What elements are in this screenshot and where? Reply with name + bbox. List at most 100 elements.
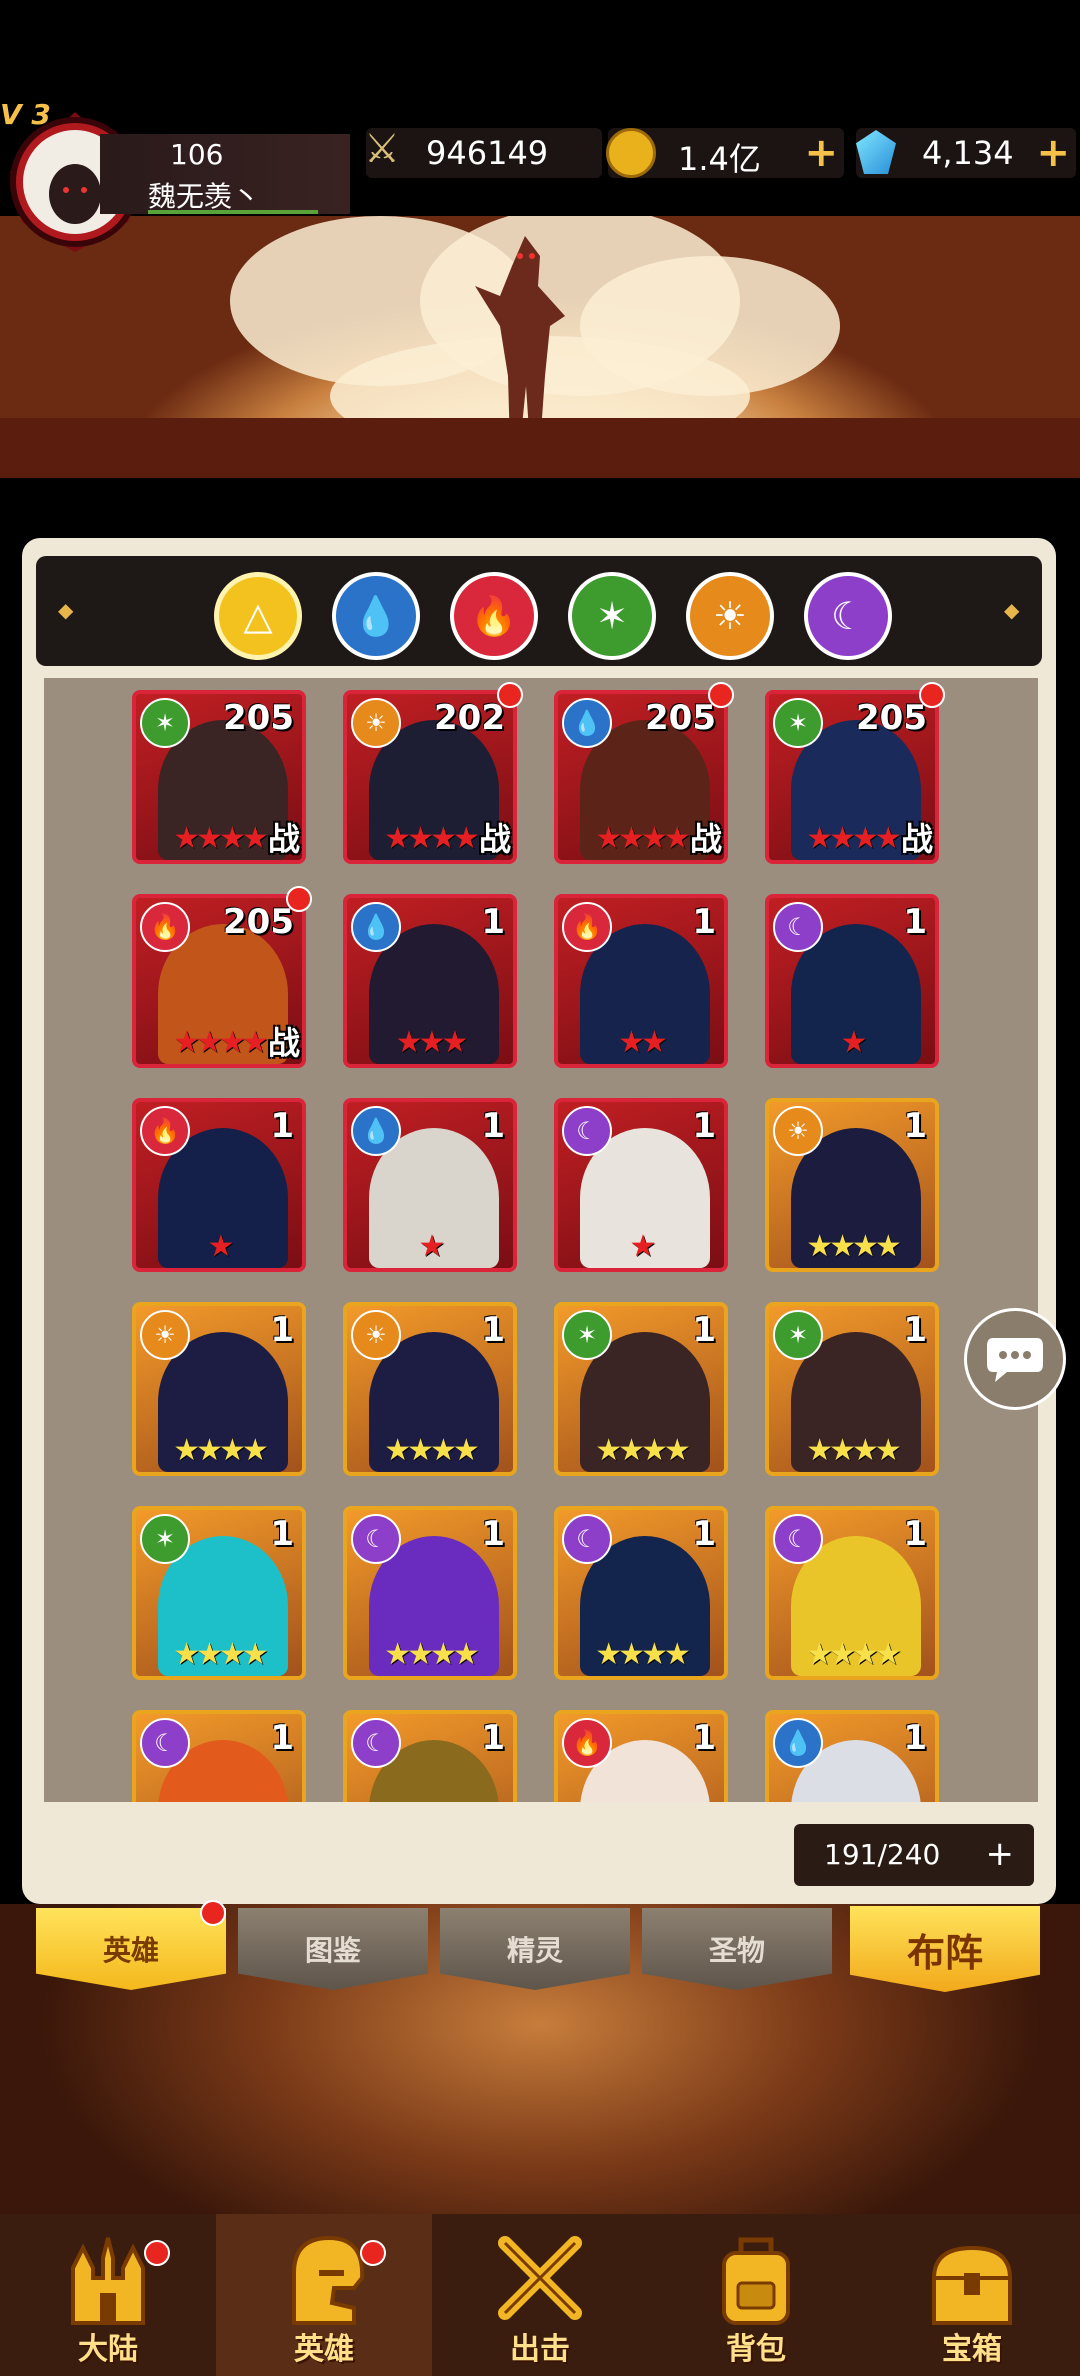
hero-level: 1 <box>270 1106 294 1146</box>
element-filter-moon[interactable]: ☾ <box>804 572 892 660</box>
hero-level: 1 <box>270 1310 294 1350</box>
wind-element-icon: ✶ <box>773 1310 823 1360</box>
tab-heroes-badge <box>200 1900 226 1926</box>
water-element-icon: 💧 <box>562 698 612 748</box>
hero-level: 1 <box>903 1718 927 1758</box>
element-filter-wind[interactable]: ✶ <box>568 572 656 660</box>
moon-element-icon: ☾ <box>351 1718 401 1768</box>
hero-card[interactable]: ✶ 205 ★★★★ 战 <box>765 690 939 864</box>
moon-element-icon: ☾ <box>140 1718 190 1768</box>
hero-card[interactable]: ☾ 1 ★ <box>554 1098 728 1272</box>
hero-card[interactable]: ☀ 202 ★★★★ 战 <box>343 690 517 864</box>
add-gold-button[interactable]: + <box>804 130 838 176</box>
element-filter-fire[interactable]: 🔥 <box>450 572 538 660</box>
combat-power: ⚔ 946149 <box>364 126 602 178</box>
fire-element-icon: 🔥 <box>140 1106 190 1156</box>
gold-coin-icon <box>606 128 656 178</box>
water-element-icon: 💧 <box>351 1106 401 1156</box>
hero-card[interactable]: ☀ 1 ★★★★ <box>765 1098 939 1272</box>
hero-card[interactable]: ☀ 1 ★★★★ <box>132 1302 306 1476</box>
hero-card[interactable]: 🔥 1 ★ <box>132 1098 306 1272</box>
hero-stars: ★★★★ <box>384 1637 480 1672</box>
hero-stars: ★★★★ <box>173 1637 269 1672</box>
hero-level: 205 <box>223 698 294 738</box>
hero-level: 1 <box>481 1106 505 1146</box>
hero-level: 1 <box>692 1310 716 1350</box>
hero-card[interactable]: 💧 1 ★ <box>343 1098 517 1272</box>
hero-card[interactable]: 🔥 1 <box>554 1710 728 1802</box>
hero-level: 1 <box>903 1514 927 1554</box>
moon-element-icon: ☾ <box>773 902 823 952</box>
nav-helmet[interactable]: 英雄 <box>216 2214 432 2376</box>
hero-card[interactable]: 💧 205 ★★★★ 战 <box>554 690 728 864</box>
nav-label: 大陆 <box>78 2332 138 2367</box>
hero-card[interactable]: ✶ 205 ★★★★ 战 <box>132 690 306 864</box>
tab-heroes[interactable]: 英雄 <box>36 1908 226 1990</box>
wind-element-icon: ✶ <box>140 698 190 748</box>
hero-level: 1 <box>270 1718 294 1758</box>
hero-card[interactable]: ☀ 1 ★★★★ <box>343 1302 517 1476</box>
hero-card[interactable]: 🔥 205 ★★★★ 战 <box>132 894 306 1068</box>
hero-card[interactable]: 💧 1 <box>765 1710 939 1802</box>
hero-card[interactable]: ☾ 1 <box>132 1710 306 1802</box>
nav-label: 背包 <box>726 2332 786 2367</box>
hero-capacity[interactable]: 191/240 + <box>794 1824 1034 1886</box>
xp-bar <box>148 210 318 214</box>
chat-button[interactable] <box>964 1308 1066 1410</box>
hero-card[interactable]: ☾ 1 ★ <box>765 894 939 1068</box>
nav-crossed-swords[interactable]: 出击 <box>432 2214 648 2376</box>
nav-castle[interactable]: 大陆 <box>0 2214 216 2376</box>
add-gems-button[interactable]: + <box>1036 130 1070 176</box>
nav-label: 出击 <box>510 2332 570 2367</box>
hero-card[interactable]: ✶ 1 ★★★★ <box>765 1302 939 1476</box>
hero-stars: ★★★★ <box>595 1637 691 1672</box>
hero-level: 1 <box>692 902 716 942</box>
hero-stars: ★ <box>840 1025 868 1060</box>
villain-silhouette <box>475 236 565 446</box>
in-battle-badge: 战 <box>478 820 511 858</box>
hero-level: 205 <box>223 902 294 942</box>
sun-element-icon: ☀ <box>351 698 401 748</box>
hero-card[interactable]: ✶ 1 ★★★★ <box>554 1302 728 1476</box>
sun-element-icon: ☀ <box>773 1106 823 1156</box>
hero-card[interactable]: ✶ 1 ★★★★ <box>132 1506 306 1680</box>
water-element-icon: 💧 <box>773 1718 823 1768</box>
hero-stars: ★★★★ <box>806 1433 902 1468</box>
hero-card[interactable]: ☾ 1 ★★★★ <box>343 1506 517 1680</box>
element-filter-all[interactable]: △ <box>214 572 302 660</box>
gem-value: 4,134 <box>922 134 1014 172</box>
hero-card[interactable]: ☾ 1 <box>343 1710 517 1802</box>
hero-stars: ★★★ <box>395 1025 469 1060</box>
hero-card[interactable]: 🔥 1 ★★ <box>554 894 728 1068</box>
hero-card[interactable]: 💧 1 ★★★ <box>343 894 517 1068</box>
nav-backpack[interactable]: 背包 <box>648 2214 864 2376</box>
left-arrow-icon[interactable]: ◆ <box>58 598 73 622</box>
moon-element-icon: ☾ <box>562 1106 612 1156</box>
hero-upgrade-badge <box>919 682 945 708</box>
moon-element-icon: ☾ <box>562 1514 612 1564</box>
banner-scene <box>0 216 1080 478</box>
nav-treasure-chest[interactable]: 宝箱 <box>864 2214 1080 2376</box>
crossed-swords-icon: ⚔ <box>364 126 400 172</box>
tab-relic[interactable]: 圣物 <box>642 1908 832 1990</box>
hero-stars: ★★★★ <box>595 1433 691 1468</box>
tab-codex[interactable]: 图鉴 <box>238 1908 428 1990</box>
element-filter-sun[interactable]: ☀ <box>686 572 774 660</box>
backpack-icon <box>722 2237 790 2325</box>
wind-element-icon: ✶ <box>596 594 628 638</box>
nav-label: 宝箱 <box>942 2332 1002 2367</box>
element-filter-water[interactable]: 💧 <box>332 572 420 660</box>
hero-stars: ★★★★ <box>384 1433 480 1468</box>
player-name: 魏无羡丶 <box>148 180 261 213</box>
right-arrow-icon[interactable]: ◆ <box>1004 598 1019 622</box>
hero-card[interactable]: ☾ 1 ★★★★ <box>554 1506 728 1680</box>
formation-button[interactable]: 布阵 <box>850 1906 1040 1992</box>
hero-card[interactable]: ☾ 1 ★★★★ <box>765 1506 939 1680</box>
nav-badge <box>144 2240 170 2266</box>
tab-spirit[interactable]: 精灵 <box>440 1908 630 1990</box>
moon-element-icon: ☾ <box>773 1514 823 1564</box>
moon-element-icon: ☾ <box>830 594 866 638</box>
expand-capacity-button[interactable]: + <box>986 1834 1015 1874</box>
gem-counter: 4,134 + <box>856 128 1076 178</box>
hero-upgrade-badge <box>286 886 312 912</box>
